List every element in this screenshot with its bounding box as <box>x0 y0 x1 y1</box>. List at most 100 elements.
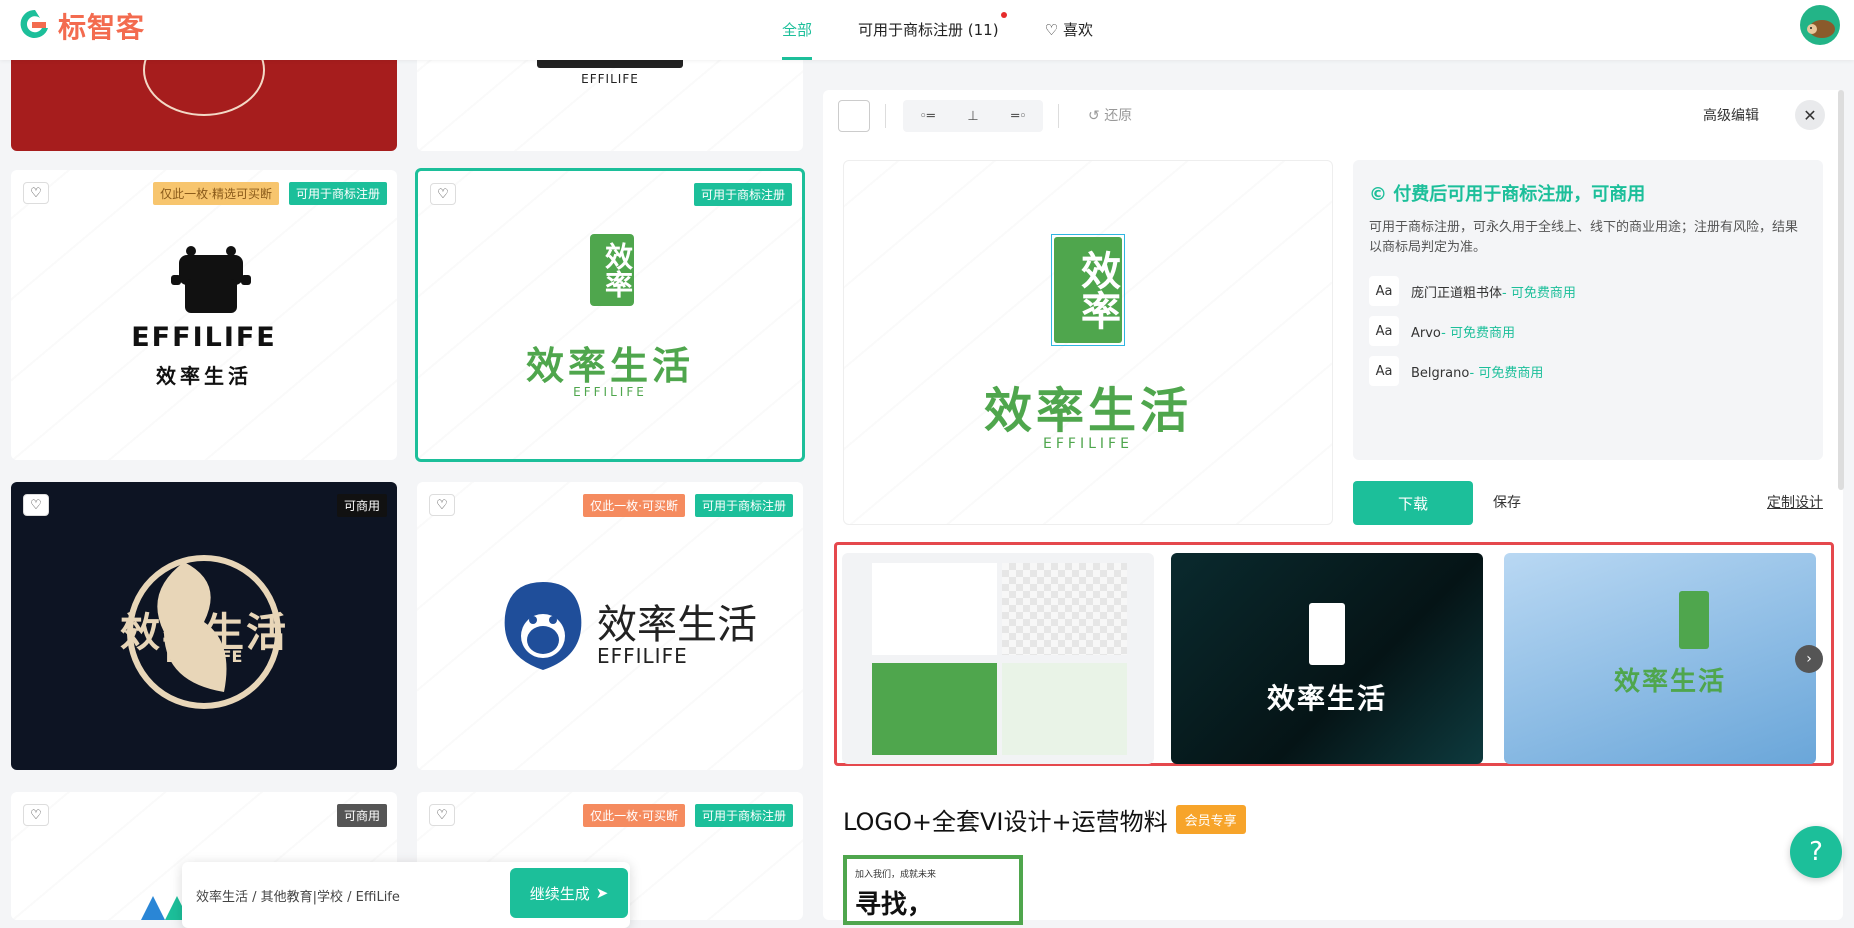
vi-preview-thumb[interactable]: 加入我们，成就未来 寻找， <box>843 855 1023 925</box>
font-item: Aa 庞门正道粗书体- 可免费商用 <box>1369 276 1807 306</box>
editor-panel: ◦═ ⊥ ═◦ ↺ 还原 高级编辑 ✕ 效率 效率生活 EFFILIFE © 付… <box>823 90 1843 925</box>
close-icon[interactable]: ✕ <box>1795 100 1825 130</box>
mockup-seal <box>1309 603 1345 665</box>
tab-all-label: 全部 <box>782 21 813 39</box>
selection-box[interactable]: 效率 <box>1051 234 1125 346</box>
tab-all[interactable]: 全部 <box>782 0 813 60</box>
card-logo-cn: 效率生活 <box>597 602 757 648</box>
card-logo-en: EFFILIFE <box>131 322 277 353</box>
commercial-tag: 可商用 <box>336 804 387 827</box>
layout-right-icon[interactable]: ═◦ <box>1011 109 1027 124</box>
trademark-tag: 可用于商标注册 <box>288 182 387 205</box>
card-logo-en: EFFILIFE <box>165 647 243 666</box>
mockup-white-bg <box>872 563 997 655</box>
favorite-heart-icon[interactable]: ♡ <box>429 804 455 826</box>
user-avatar[interactable] <box>1800 5 1840 45</box>
send-arrow-icon: ➤ <box>595 884 609 902</box>
help-icon[interactable]: ? <box>1790 826 1842 878</box>
mockup-logo-cn: 效率生活 <box>1266 682 1387 715</box>
seal-logo: 效率 <box>590 234 634 306</box>
favorite-heart-icon[interactable]: ♡ <box>23 804 49 826</box>
mockup-transparent-bg <box>1002 563 1127 655</box>
logo-gallery: EFFILIFE ♡ 仅此一枚·精选可买断 可用于商标注册 EFFILIFE 效… <box>0 0 820 920</box>
license-info: © 付费后可用于商标注册，可商用 可用于商标注册，可永久用于全线上、线下的商业用… <box>1353 160 1823 460</box>
vi-thumb-heading: 寻找， <box>855 890 934 920</box>
font-name: Arvo- 可免费商用 <box>1411 322 1515 341</box>
save-button[interactable]: 保存 <box>1493 492 1521 512</box>
layout-top-icon[interactable]: ⊥ <box>967 109 978 124</box>
exclusive-tag: 仅此一枚·可买断 <box>583 494 685 517</box>
mockup-building[interactable]: 效率生活 <box>1504 553 1816 764</box>
font-free-link[interactable]: - 可免费商用 <box>1441 326 1515 341</box>
seal-logo: 效率 <box>1054 237 1122 343</box>
font-item: Aa Arvo- 可免费商用 <box>1369 316 1807 346</box>
favorite-heart-icon[interactable]: ♡ <box>429 494 455 516</box>
heart-icon: ♡ <box>1044 21 1059 39</box>
carousel-next-icon[interactable]: › <box>1795 645 1823 673</box>
font-free-link[interactable]: - 可免费商用 <box>1502 286 1576 301</box>
font-free-link[interactable]: - 可免费商用 <box>1470 366 1544 381</box>
main-nav: 全部 可用于商标注册 (11) ♡ 喜欢 <box>782 0 1093 60</box>
favorite-heart-icon[interactable]: ♡ <box>430 183 456 205</box>
font-icon: Aa <box>1369 316 1399 346</box>
download-button[interactable]: 下载 <box>1353 481 1473 525</box>
generation-bar: 效率生活 / 其他教育|学校 / EffiLife 继续生成 ➤ <box>182 862 630 928</box>
favorite-heart-icon[interactable]: ♡ <box>23 494 49 516</box>
logo-card-selected[interactable]: ♡ 可用于商标注册 效率 效率生活 EFFILIFE <box>415 168 805 462</box>
brand-logo[interactable]: 标智客 <box>18 6 145 46</box>
layout-options: ◦═ ⊥ ═◦ <box>903 100 1043 132</box>
panel-scrollbar[interactable] <box>1838 90 1844 490</box>
color-picker[interactable] <box>838 100 870 132</box>
continue-generate-label: 继续生成 <box>529 884 590 903</box>
trademark-tag: 可用于商标注册 <box>694 494 793 517</box>
card-logo-wordmark: EFFILIFE <box>581 72 639 86</box>
toolbar-divider <box>1058 104 1059 128</box>
mockup-green-bg <box>872 663 997 755</box>
card-logo-cn: 效率生活 <box>156 364 252 388</box>
card-tags: 可商用 <box>336 494 387 517</box>
continue-generate-button[interactable]: 继续生成 ➤ <box>510 868 628 918</box>
license-description: 可用于商标注册，可永久用于全线上、线下的商业用途；注册有风险，结果以商标局判定为… <box>1369 220 1799 255</box>
card-tags: 仅此一枚·精选可买断 可用于商标注册 <box>153 182 387 205</box>
card-logo-cn: 效率生活 <box>525 344 694 388</box>
custom-design-link[interactable]: 定制设计 <box>1767 492 1823 512</box>
restore-button[interactable]: ↺ 还原 <box>1088 105 1132 125</box>
top-header: 标智客 全部 可用于商标注册 (11) ♡ 喜欢 <box>0 0 1854 60</box>
font-name: Belgrano- 可免费商用 <box>1411 362 1543 381</box>
brand-logo-icon <box>20 9 48 38</box>
preview-logo-en: EFFILIFE <box>1043 436 1133 452</box>
gorilla-logo-icon <box>504 582 582 670</box>
license-title: © 付费后可用于商标注册，可商用 <box>1369 184 1646 205</box>
logo-preview: 效率 效率生活 EFFILIFE <box>843 160 1333 525</box>
trademark-tag: 可用于商标注册 <box>693 183 792 206</box>
mockup-grid[interactable] <box>842 553 1154 764</box>
commercial-tag: 可商用 <box>336 494 387 517</box>
advanced-edit-button[interactable]: 高级编辑 <box>1703 105 1759 125</box>
exclusive-tag: 仅此一枚·可买断 <box>583 804 685 827</box>
card-logo-en: EFFILIFE <box>597 644 688 668</box>
logo-card[interactable]: ♡ 可商用 效率生活 EFFILIFE <box>11 482 397 770</box>
card-tags: 可商用 <box>336 804 387 827</box>
robot-logo-icon <box>171 246 251 313</box>
tab-favorites[interactable]: ♡ 喜欢 <box>1045 0 1093 60</box>
font-icon: Aa <box>1369 356 1399 386</box>
mockup-dark[interactable]: 效率生活 <box>1171 553 1483 764</box>
preview-logo-cn: 效率生活 <box>983 383 1192 439</box>
trademark-tag: 可用于商标注册 <box>694 804 793 827</box>
logo-card[interactable]: ♡ 仅此一枚·可买断 可用于商标注册 效率生活 EFFILIFE <box>417 482 803 770</box>
generation-breadcrumb: 效率生活 / 其他教育|学校 / EffiLife <box>196 889 400 905</box>
font-item: Aa Belgrano- 可免费商用 <box>1369 356 1807 386</box>
favorite-heart-icon[interactable]: ♡ <box>23 182 49 204</box>
exclusive-tag: 仅此一枚·精选可买断 <box>153 182 279 205</box>
card-logo-en: EFFILIFE <box>573 385 647 399</box>
card-tags: 仅此一枚·可买断 可用于商标注册 <box>583 494 793 517</box>
font-name: 庞门正道粗书体- 可免费商用 <box>1411 282 1576 301</box>
logo-card[interactable]: ♡ 仅此一枚·精选可买断 可用于商标注册 EFFILIFE 效率生活 <box>11 170 397 460</box>
mockup-light-bg <box>1002 663 1127 755</box>
tab-favorites-label: 喜欢 <box>1063 21 1094 39</box>
tab-trademark[interactable]: 可用于商标注册 (11) <box>858 0 1007 60</box>
layout-left-icon[interactable]: ◦═ <box>919 109 935 124</box>
mockup-logo-cn: 效率生活 <box>1614 667 1727 697</box>
brand-name: 标智客 <box>58 11 146 44</box>
card-tags: 可用于商标注册 <box>693 183 792 206</box>
